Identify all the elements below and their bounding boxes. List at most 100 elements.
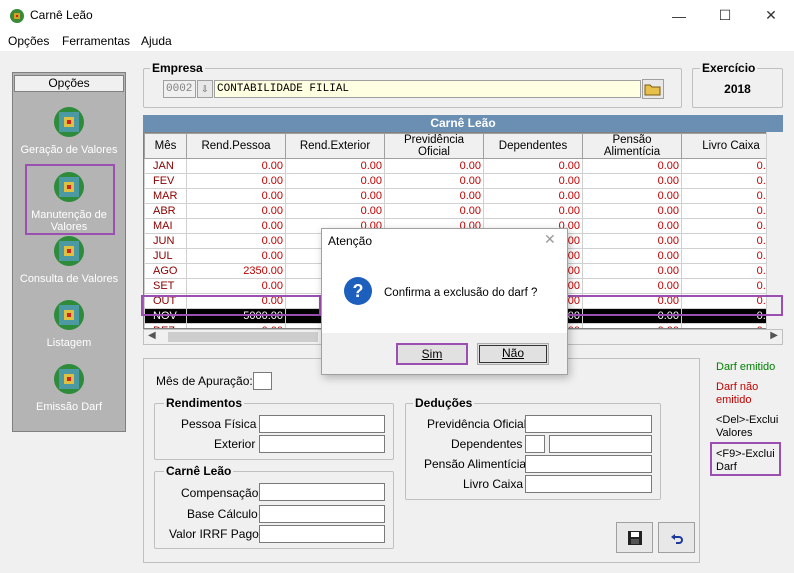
value-cell[interactable]: 0.00 (186, 188, 286, 204)
value-cell[interactable]: 0.00 (582, 248, 682, 264)
column-header[interactable]: Rend.Exterior (285, 133, 385, 159)
base-calculo-label: Base Cálculo (187, 507, 258, 521)
menu-opcoes[interactable]: Opções (8, 34, 49, 48)
column-header[interactable]: Rend.Pessoa (186, 133, 286, 159)
value-cell[interactable]: 0.00 (186, 248, 286, 264)
globe-grid-icon (54, 107, 84, 137)
value-cell[interactable]: 0.00 (285, 158, 385, 174)
table-row[interactable]: MAR0.000.000.000.000.000.00 (144, 188, 781, 204)
column-header[interactable]: Pensão Alimentícia (582, 133, 682, 159)
exterior-field[interactable] (259, 435, 385, 453)
menu-ferramentas[interactable]: Ferramentas (62, 34, 130, 48)
highlight-nov-row-right (566, 295, 783, 316)
menu-ajuda[interactable]: Ajuda (141, 34, 172, 48)
value-cell[interactable]: 0.00 (384, 203, 484, 219)
month-cell[interactable]: MAR (144, 188, 187, 204)
mes-apuracao-field[interactable] (253, 372, 272, 390)
value-cell[interactable]: 0.00 (285, 173, 385, 189)
nav-emissao-darf[interactable]: Emissão Darf (12, 363, 126, 413)
livro-caixa-field[interactable] (525, 475, 652, 493)
value-cell[interactable]: 0.00 (186, 218, 286, 234)
deducoes-title: Deduções (413, 396, 475, 410)
month-cell[interactable]: JAN (144, 158, 187, 174)
value-cell[interactable]: 0.00 (483, 203, 583, 219)
globe-grid-icon (54, 236, 84, 266)
value-cell[interactable]: 0.00 (384, 173, 484, 189)
undo-arrow-icon (670, 533, 683, 544)
value-cell[interactable]: 0.00 (483, 173, 583, 189)
nav-listagem[interactable]: Listagem (12, 299, 126, 349)
month-cell[interactable]: MAI (144, 218, 187, 234)
month-cell[interactable]: JUN (144, 233, 187, 249)
value-cell[interactable]: 0.00 (483, 158, 583, 174)
month-cell[interactable]: JUL (144, 248, 187, 264)
exterior-label: Exterior (214, 437, 256, 451)
value-cell[interactable]: 0.00 (582, 203, 682, 219)
column-header[interactable]: Dependentes (483, 133, 583, 159)
compensacao-field[interactable] (259, 483, 385, 501)
column-header[interactable]: Mês (144, 133, 187, 159)
no-button[interactable]: Não (477, 343, 549, 365)
options-panel-header: Opções (14, 75, 124, 92)
empresa-lookup-arrow-icon[interactable]: ⇩ (197, 80, 213, 98)
month-cell[interactable]: SET (144, 278, 187, 294)
nav-geracao-valores[interactable]: Geração de Valores (12, 106, 126, 156)
exercicio-value: 2018 (724, 82, 751, 96)
save-button[interactable] (616, 522, 653, 553)
value-cell[interactable]: 0.00 (186, 278, 286, 294)
pensao-label: Pensão Alimentícia (424, 457, 527, 471)
undo-button[interactable] (658, 522, 695, 553)
nav-consulta-valores[interactable]: Consulta de Valores (12, 235, 126, 285)
table-row[interactable]: JAN0.000.000.000.000.000.00 (144, 158, 781, 174)
yes-button[interactable]: Sim (396, 343, 468, 365)
column-header[interactable]: Previdência Oficial (384, 133, 484, 159)
dialog-close-button[interactable]: ✕ (544, 231, 556, 248)
value-cell[interactable]: 0.00 (186, 173, 286, 189)
floppy-disk-icon (627, 530, 642, 545)
month-cell[interactable]: AGO (144, 263, 187, 279)
value-cell[interactable]: 0.00 (186, 233, 286, 249)
open-folder-button[interactable] (642, 79, 664, 99)
folder-icon (644, 84, 661, 96)
table-row[interactable]: ABR0.000.000.000.000.000.00 (144, 203, 781, 219)
svg-text:?: ? (353, 281, 364, 301)
value-cell[interactable]: 0.00 (582, 278, 682, 294)
nav-label: Consulta de Valores (19, 273, 119, 285)
close-button[interactable]: ✕ (748, 0, 794, 31)
value-cell[interactable]: 0.00 (582, 233, 682, 249)
empresa-code-field[interactable]: 0002 (163, 80, 196, 98)
base-calculo-field[interactable] (259, 505, 385, 523)
value-cell[interactable]: 0.00 (384, 158, 484, 174)
value-cell[interactable]: 0.00 (285, 188, 385, 204)
value-cell[interactable]: 0.00 (384, 188, 484, 204)
value-cell[interactable]: 0.00 (582, 188, 682, 204)
minimize-button[interactable]: — (656, 0, 702, 31)
previdencia-field[interactable] (525, 415, 652, 433)
dependentes-count-field[interactable] (525, 435, 545, 453)
value-cell[interactable]: 0.00 (582, 158, 682, 174)
value-cell[interactable]: 0.00 (186, 158, 286, 174)
month-cell[interactable]: ABR (144, 203, 187, 219)
dependentes-value-field[interactable] (549, 435, 652, 453)
pessoa-fisica-field[interactable] (259, 415, 385, 433)
value-cell[interactable]: 0.00 (186, 203, 286, 219)
scroll-thumb[interactable] (168, 332, 318, 342)
table-row[interactable]: FEV0.000.000.000.000.000.00 (144, 173, 781, 189)
scroll-right-icon[interactable]: ▶ (770, 330, 778, 341)
value-cell[interactable]: 0.00 (582, 263, 682, 279)
empresa-label: Empresa (150, 61, 205, 75)
value-cell[interactable]: 0.00 (582, 173, 682, 189)
question-icon: ? (344, 277, 372, 305)
dialog-message: Confirma a exclusão do darf ? (384, 287, 538, 299)
value-cell[interactable]: 0.00 (285, 203, 385, 219)
month-cell[interactable]: FEV (144, 173, 187, 189)
value-cell[interactable]: 0.00 (582, 218, 682, 234)
pessoa-fisica-label: Pessoa Física (181, 417, 257, 431)
maximize-button[interactable]: ☐ (702, 0, 748, 31)
highlight-f9 (710, 442, 781, 476)
value-cell[interactable]: 2350.00 (186, 263, 286, 279)
value-cell[interactable]: 0.00 (483, 188, 583, 204)
pensao-field[interactable] (525, 455, 652, 473)
scroll-left-icon[interactable]: ◀ (148, 330, 156, 341)
valor-irrf-field[interactable] (259, 525, 385, 543)
